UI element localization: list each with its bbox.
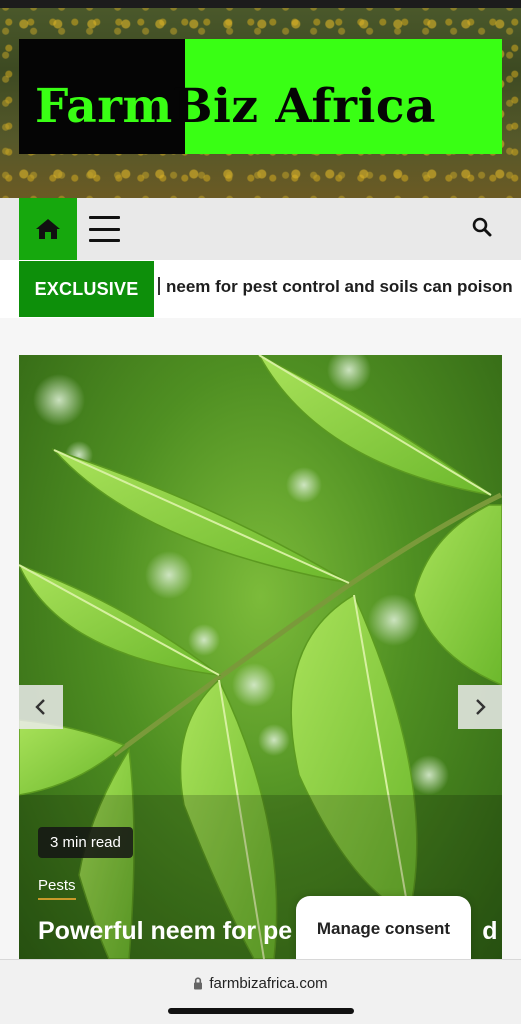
home-indicator[interactable] [168,1008,354,1014]
lock-icon [194,977,203,990]
ticker-label: EXCLUSIVE [19,261,154,317]
manage-consent-button[interactable]: Manage consent [296,896,471,962]
home-button[interactable] [19,198,77,260]
hero-slider[interactable]: 3 min read Pests Powerful neem for pe d [19,355,502,959]
url-text: farmbizafrica.com [209,975,328,992]
category-link[interactable]: Pests [38,877,76,900]
slider-prev-button[interactable] [19,685,63,729]
status-bar-strip [0,0,521,8]
logo-text: FarmBiz Africa [35,79,436,134]
neem-leaves-image [19,355,502,959]
hamburger-menu-button[interactable] [89,216,120,242]
ticker-headline[interactable]: neem for pest control and soils can pois… [158,277,521,301]
main-navbar [0,198,521,260]
home-icon [36,219,60,239]
browser-url-bar[interactable]: farmbizafrica.com [0,959,521,1024]
news-ticker: EXCLUSIVE neem for pest control and soil… [0,260,521,318]
read-time-badge: 3 min read [38,827,133,858]
slider-next-button[interactable] [458,685,502,729]
site-logo[interactable]: FarmBiz Africa [19,39,502,154]
chevron-right-icon [476,699,486,715]
search-button[interactable] [472,217,496,241]
search-icon [472,217,492,237]
header-banner: FarmBiz Africa [0,0,521,198]
chevron-left-icon [35,699,45,715]
